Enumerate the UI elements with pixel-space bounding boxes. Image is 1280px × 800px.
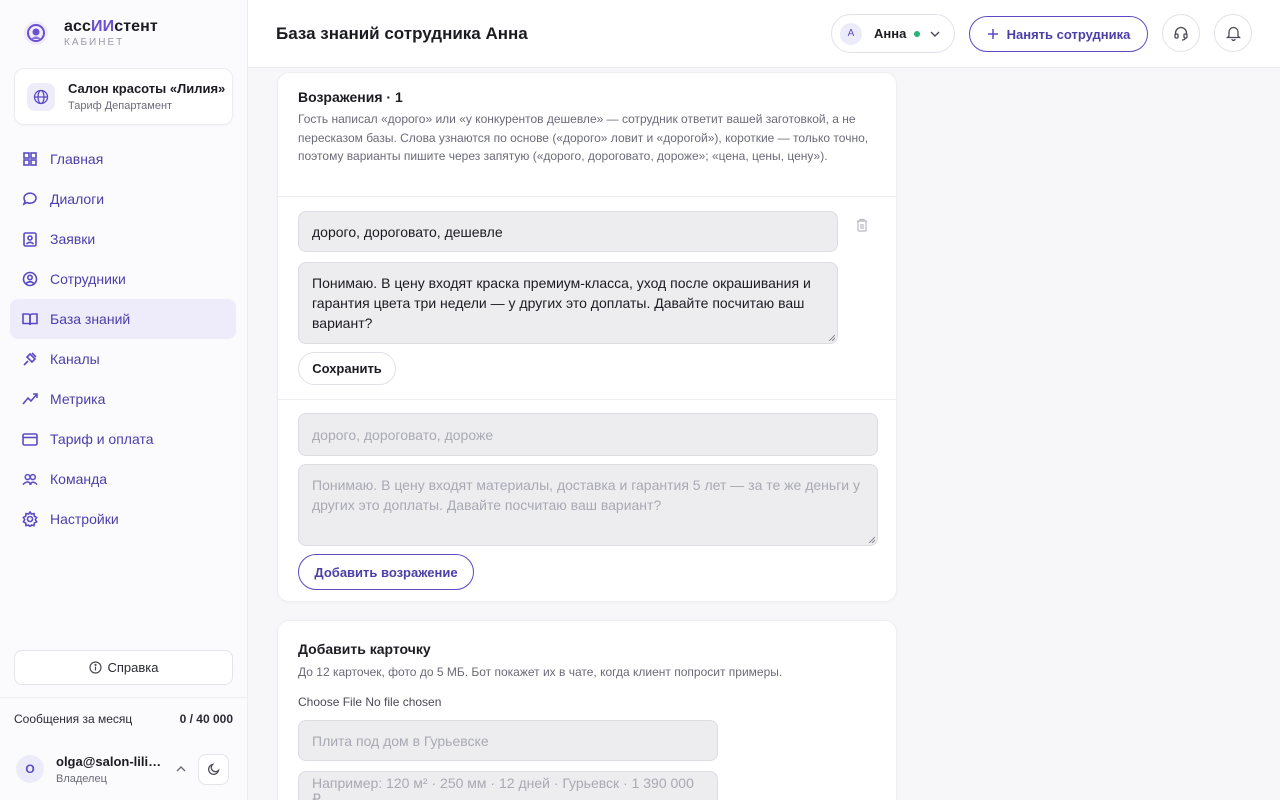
top-header: База знаний сотрудника Анна А Анна Нанят… bbox=[248, 0, 1280, 68]
messages-count: 0 / 40 000 bbox=[179, 712, 233, 726]
sidebar-item-requests[interactable]: Заявки bbox=[10, 219, 236, 259]
objections-title: Возражения · 1 bbox=[298, 89, 403, 105]
sidebar-item-label: Заявки bbox=[50, 231, 96, 247]
new-objection-answer-textarea[interactable]: Понимаю. В цену входят материалы, достав… bbox=[298, 464, 878, 546]
user-circle-icon bbox=[22, 271, 38, 287]
card-title-input[interactable]: Плита под дом в Гурьевске bbox=[298, 720, 718, 761]
book-icon bbox=[22, 311, 38, 327]
plug-icon bbox=[22, 351, 38, 367]
objection-answer-text: Понимаю. В цену входят краска премиум-кл… bbox=[312, 275, 811, 331]
sidebar-item-label: Диалоги bbox=[50, 191, 105, 207]
sidebar-item-metrics[interactable]: Метрика bbox=[10, 379, 236, 419]
card-icon bbox=[22, 431, 38, 447]
notifications-button[interactable] bbox=[1214, 14, 1252, 52]
divider bbox=[0, 697, 247, 698]
objections-description: Гость написал «дорого» или «у конкуренто… bbox=[298, 112, 869, 163]
request-icon bbox=[22, 231, 38, 247]
employee-avatar: А bbox=[840, 22, 862, 45]
plus-icon bbox=[987, 29, 998, 39]
trash-icon[interactable] bbox=[856, 218, 868, 232]
objection-answer-textarea[interactable]: Понимаю. В цену входят краска премиум-кл… bbox=[298, 262, 838, 344]
divider bbox=[278, 196, 896, 197]
sidebar-item-label: Тариф и оплата bbox=[50, 431, 154, 447]
avatar: O bbox=[16, 755, 44, 783]
org-name: Салон красоты «Лилия» bbox=[68, 81, 226, 96]
sidebar: ассИИстент КАБИНЕТ Салон красоты «Лилия»… bbox=[0, 0, 248, 800]
online-status-dot bbox=[914, 30, 921, 37]
gear-icon bbox=[22, 511, 38, 527]
sidebar-item-label: База знаний bbox=[50, 311, 131, 327]
card-details-input[interactable]: Например: 120 м² · 250 мм · 12 дней · Гу… bbox=[298, 771, 718, 800]
chevron-up-icon[interactable] bbox=[176, 766, 190, 772]
sidebar-item-billing[interactable]: Тариф и оплата bbox=[10, 419, 236, 459]
sidebar-item-dialogs[interactable]: Диалоги bbox=[10, 179, 236, 219]
logo-icon bbox=[24, 21, 48, 45]
add-card-section: Добавить карточку До 12 карточек, фото д… bbox=[277, 620, 897, 800]
file-input[interactable]: Choose File No file chosen bbox=[298, 695, 441, 709]
add-card-title: Добавить карточку bbox=[298, 641, 431, 657]
page-title: База знаний сотрудника Анна bbox=[276, 24, 528, 43]
brand-name: ассИИстент bbox=[64, 18, 158, 35]
help-label: Справка bbox=[107, 660, 159, 675]
messages-usage: Сообщения за месяц 0 / 40 000 bbox=[14, 712, 233, 726]
moon-icon bbox=[207, 763, 220, 776]
user-menu[interactable]: O olga@salon-liliya.ru Владелец bbox=[16, 750, 233, 788]
sidebar-nav: Главная Диалоги Заявки Сотрудники База з… bbox=[10, 139, 236, 539]
sidebar-item-employees[interactable]: Сотрудники bbox=[10, 259, 236, 299]
org-switcher[interactable]: Салон красоты «Лилия» Тариф Департамент bbox=[14, 68, 233, 125]
new-objection-keywords-input[interactable]: дорого, дороговато, дороже bbox=[298, 413, 878, 456]
chart-icon bbox=[22, 391, 38, 407]
sidebar-item-team[interactable]: Команда bbox=[10, 459, 236, 499]
employee-name: Анна bbox=[874, 26, 907, 41]
new-objection-answer-placeholder: Понимаю. В цену входят материалы, достав… bbox=[312, 477, 861, 513]
sidebar-item-home[interactable]: Главная bbox=[10, 139, 236, 179]
sidebar-item-label: Настройки bbox=[50, 511, 119, 527]
info-icon bbox=[88, 661, 102, 674]
bell-icon bbox=[1225, 26, 1241, 41]
add-objection-button[interactable]: Добавить возражение bbox=[298, 554, 474, 590]
sidebar-item-label: Метрика bbox=[50, 391, 106, 407]
sidebar-item-label: Сотрудники bbox=[50, 271, 126, 287]
hire-employee-label: Нанять сотрудника bbox=[1006, 26, 1131, 42]
sidebar-item-label: Команда bbox=[50, 471, 108, 487]
headset-icon bbox=[1174, 26, 1188, 41]
theme-toggle-button[interactable] bbox=[198, 753, 229, 785]
messages-label: Сообщения за месяц bbox=[14, 712, 133, 726]
employee-select[interactable]: А Анна bbox=[831, 14, 955, 53]
sidebar-item-label: Главная bbox=[50, 151, 104, 167]
org-plan: Тариф Департамент bbox=[68, 100, 173, 112]
sidebar-item-label: Каналы bbox=[50, 351, 100, 367]
user-email: olga@salon-liliya.ru bbox=[56, 753, 168, 769]
sidebar-item-settings[interactable]: Настройки bbox=[10, 499, 236, 539]
brand[interactable]: ассИИстент КАБИНЕТ bbox=[24, 18, 158, 48]
user-role: Владелец bbox=[56, 772, 107, 785]
globe-icon bbox=[27, 82, 55, 111]
divider bbox=[278, 399, 896, 400]
objection-keywords-input[interactable]: дорого, дороговато, дешевле bbox=[298, 211, 838, 252]
chat-icon bbox=[22, 191, 38, 207]
help-button[interactable]: Справка bbox=[14, 650, 233, 685]
objections-card: Возражения · 1 Гость написал «дорого» ил… bbox=[277, 72, 897, 602]
hire-employee-button[interactable]: Нанять сотрудника bbox=[969, 16, 1148, 52]
grid-icon bbox=[22, 151, 38, 167]
support-button[interactable] bbox=[1162, 14, 1200, 52]
sidebar-item-knowledge-base[interactable]: База знаний bbox=[10, 299, 236, 339]
team-icon bbox=[22, 471, 38, 487]
chevron-down-icon bbox=[930, 31, 940, 37]
save-button[interactable]: Сохранить bbox=[298, 352, 396, 385]
add-card-description: До 12 карточек, фото до 5 МБ. Бот покаже… bbox=[298, 665, 783, 679]
brand-subtitle: КАБИНЕТ bbox=[64, 37, 125, 48]
resize-handle-icon[interactable] bbox=[827, 333, 835, 341]
resize-handle-icon[interactable] bbox=[867, 535, 875, 543]
sidebar-item-channels[interactable]: Каналы bbox=[10, 339, 236, 379]
